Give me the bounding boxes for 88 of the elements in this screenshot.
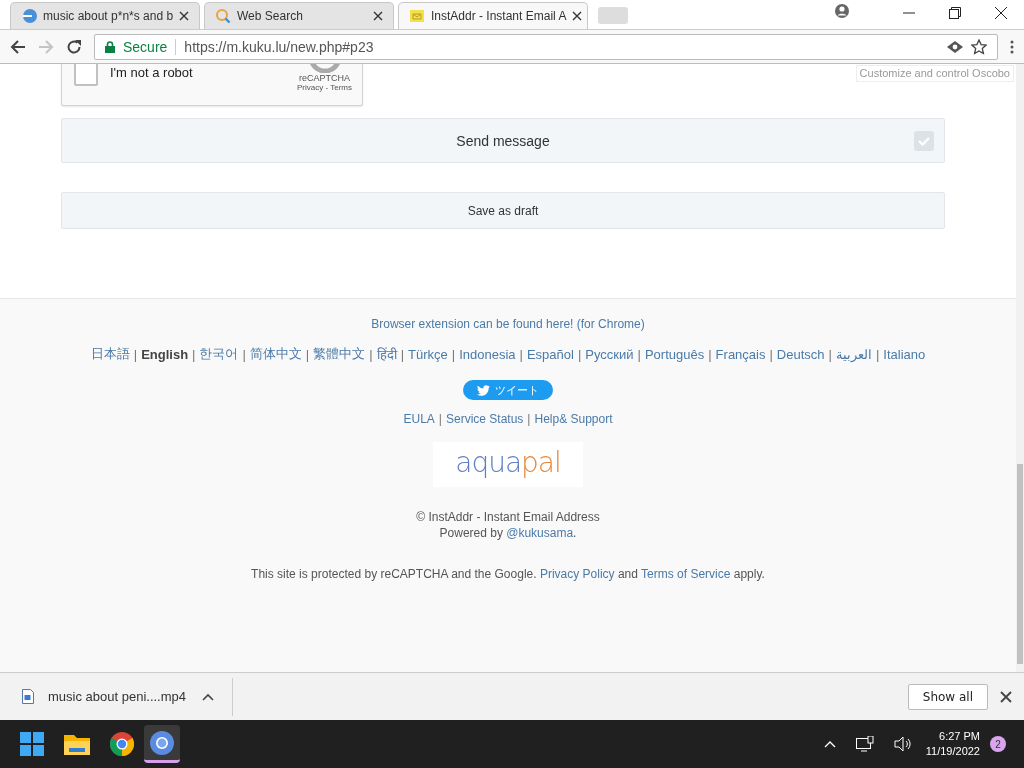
captcha-brand: reCAPTCHA: [299, 73, 350, 83]
lock-icon: [105, 40, 115, 53]
check-icon: [914, 131, 934, 151]
video-file-icon: [22, 689, 34, 704]
language-link[interactable]: Português: [644, 346, 705, 362]
browser-taskbar-button[interactable]: [144, 725, 180, 763]
separator: |: [305, 346, 310, 362]
language-link[interactable]: Italiano: [883, 346, 926, 362]
back-icon[interactable]: [10, 38, 26, 55]
clock-time[interactable]: 6:27 PM: [939, 729, 980, 744]
separator: |: [527, 412, 531, 426]
language-link[interactable]: 繁體中文: [313, 345, 366, 363]
language-link[interactable]: Français: [715, 346, 766, 362]
browser-tab[interactable]: Web Search: [204, 2, 394, 29]
separator: |: [519, 346, 523, 362]
recaptcha-notice: This site is protected by reCAPTCHA and the Google. Privacy Policy and Terms of Service apply.: [251, 567, 765, 581]
secure-label: Secure: [123, 38, 168, 55]
policy-link[interactable]: Terms of Service: [641, 567, 731, 581]
language-link[interactable]: Deutsch: [776, 346, 825, 362]
tooltip: Customize and control Oscobo: [855, 65, 1014, 82]
notification-badge[interactable]: 2: [990, 736, 1006, 752]
menu-icon[interactable]: [1010, 39, 1014, 54]
scroll-thumb[interactable]: [1017, 464, 1023, 664]
scrollbar[interactable]: [1016, 64, 1024, 672]
search-icon: [215, 8, 231, 24]
draft-button[interactable]: Save as draft: [61, 192, 945, 229]
separator: |: [192, 346, 196, 362]
chevron-up-icon[interactable]: [823, 740, 836, 748]
chrome-icon[interactable]: [110, 732, 134, 756]
url-text: https://m.kuku.lu/new.php#p23: [184, 38, 374, 55]
envelope-icon: [409, 8, 425, 24]
language-link[interactable]: Türkçe: [408, 346, 448, 362]
close-icon[interactable]: [995, 7, 1007, 19]
close-icon[interactable]: [179, 11, 190, 21]
send-button[interactable]: Send message: [61, 118, 945, 163]
language-link[interactable]: English: [141, 346, 189, 362]
language-link[interactable]: Русский: [585, 346, 634, 362]
folder-icon[interactable]: [64, 733, 90, 755]
restore-icon[interactable]: [949, 7, 961, 19]
close-icon[interactable]: [373, 11, 383, 21]
checkbox[interactable]: [74, 64, 98, 86]
browser-tab[interactable]: music about p*n*s and b: [10, 2, 200, 29]
clock-date[interactable]: 11/19/2022: [925, 744, 980, 759]
separator: |: [133, 346, 138, 362]
separator: |: [769, 346, 773, 362]
show-all-button[interactable]: Show all: [907, 683, 988, 710]
language-link[interactable]: हिंदी: [376, 345, 397, 363]
speaker-icon[interactable]: [893, 736, 912, 752]
network-icon[interactable]: [855, 736, 874, 752]
separator: |: [637, 346, 641, 362]
profile-icon[interactable]: [834, 3, 850, 19]
bird-icon: [477, 384, 490, 396]
separator: |: [451, 346, 456, 362]
language-link[interactable]: العربية: [835, 346, 872, 362]
footer-link[interactable]: Service Status: [445, 412, 524, 426]
browser-tab[interactable]: InstAddr - Instant Email A: [398, 2, 588, 29]
eye-icon[interactable]: [947, 40, 963, 53]
powered-by-text: Powered by @kukusama.: [439, 525, 577, 541]
separator: |: [828, 346, 832, 362]
separator: |: [242, 346, 246, 362]
copyright-text: © InstAddr - Instant Email Address: [416, 509, 600, 525]
language-link[interactable]: Indonesia: [459, 346, 516, 362]
separator: |: [438, 412, 442, 426]
address-bar[interactable]: Secure https://m.kuku.lu/new.php#p23: [94, 33, 998, 60]
download-file-name[interactable]: music about peni....mp4: [48, 689, 187, 704]
separator: |: [400, 346, 405, 362]
star-icon[interactable]: [971, 38, 987, 55]
close-icon[interactable]: [1000, 690, 1012, 703]
tweet-button[interactable]: ツイート: [463, 380, 553, 400]
language-link[interactable]: 한국어: [199, 345, 239, 363]
captcha-label: I'm not a robot: [110, 65, 194, 80]
windows-start-icon[interactable]: [20, 732, 44, 756]
logo: aquapal: [433, 442, 583, 487]
close-icon[interactable]: [572, 11, 583, 21]
language-link[interactable]: 日本語: [90, 345, 130, 363]
footer-link[interactable]: EULA: [403, 412, 435, 426]
separator: |: [875, 346, 880, 362]
reload-icon[interactable]: [66, 38, 82, 55]
language-link[interactable]: Español: [526, 346, 574, 362]
separator: |: [369, 346, 373, 362]
separator: |: [577, 346, 582, 362]
policy-link[interactable]: Privacy Policy: [539, 567, 615, 581]
footer-link[interactable]: Help& Support: [534, 412, 613, 426]
separator: |: [708, 346, 712, 362]
caret-icon[interactable]: [202, 692, 215, 701]
captcha-links[interactable]: Privacy - Terms: [297, 83, 352, 92]
extension-link[interactable]: Browser extension can be found here! (for Chrome): [371, 317, 645, 331]
language-link[interactable]: 简体中文: [249, 345, 302, 363]
